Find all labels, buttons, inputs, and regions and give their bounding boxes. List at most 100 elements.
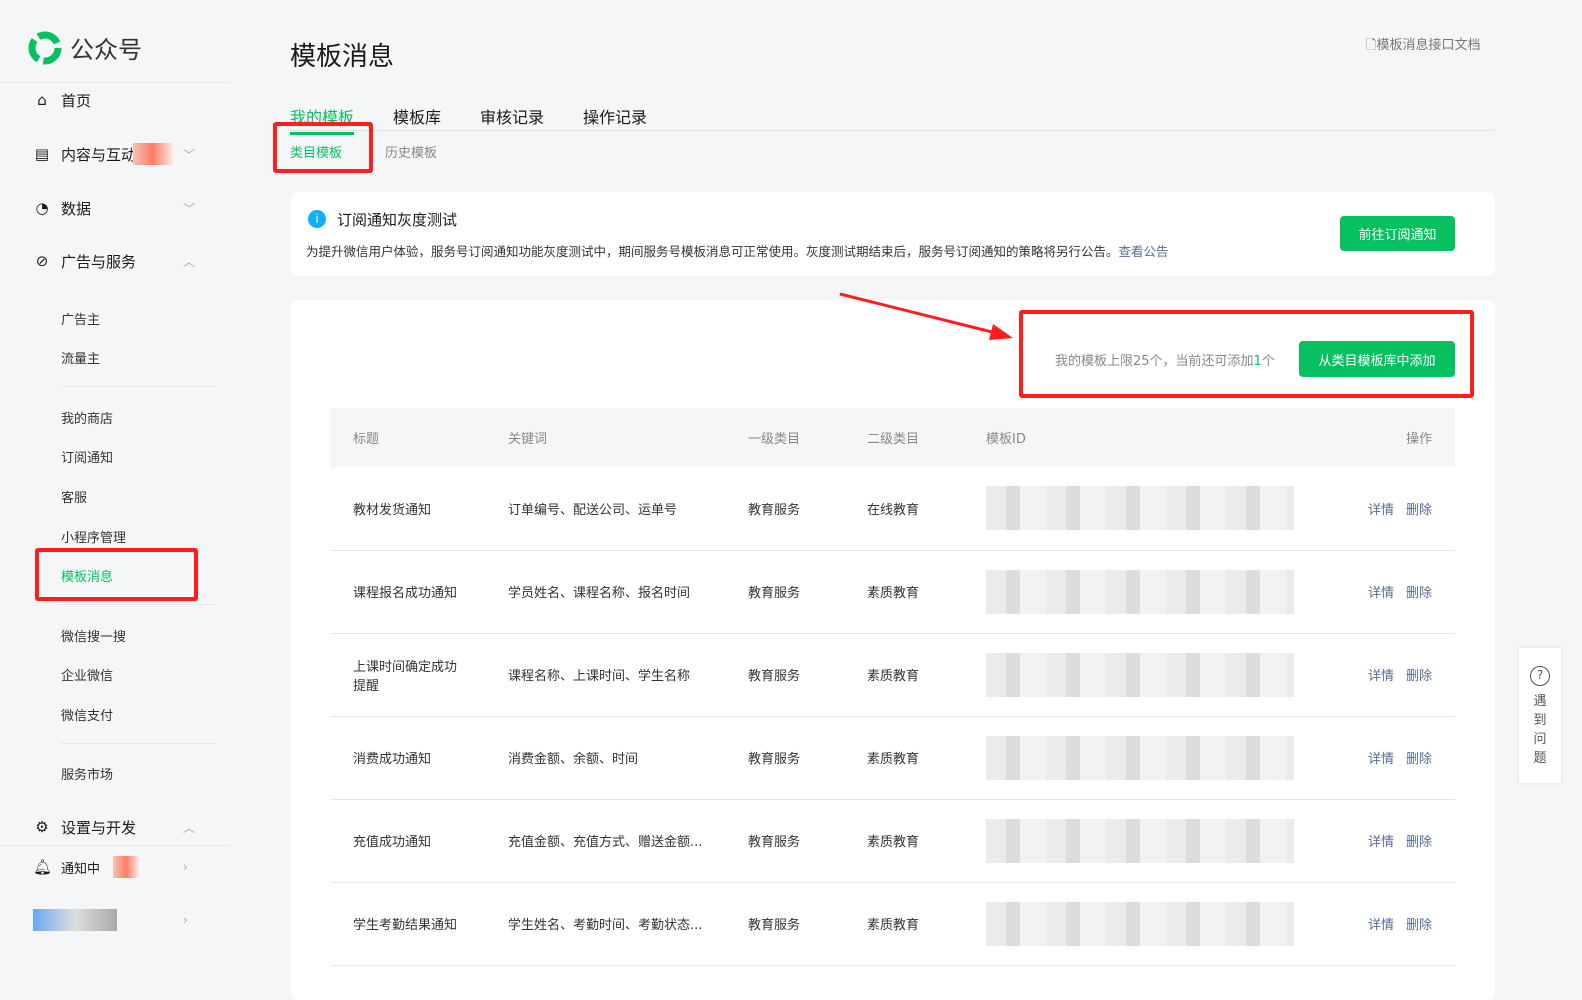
delete-link[interactable]: 删除 (1406, 669, 1432, 684)
tab-review-records[interactable]: 审核记录 (480, 104, 544, 128)
nav-advertiser[interactable]: 广告主 (61, 309, 100, 328)
annotation-arrow-icon (839, 292, 1013, 340)
row-keywords: 学员姓名、课程名称、报名时间 (485, 550, 725, 634)
tab-operation-records[interactable]: 操作记录 (583, 104, 647, 128)
nav-my-shop[interactable]: 我的商店 (61, 408, 113, 427)
document-icon: 🗋 (1366, 38, 1377, 53)
redacted-badge (133, 143, 173, 165)
pie-chart-icon: ◔ (35, 199, 49, 217)
chevron-right-icon: › (183, 913, 188, 927)
row-category2: 素质教育 (844, 550, 963, 634)
row-category1: 教育服务 (725, 550, 844, 634)
col-keywords: 关键词 (485, 408, 725, 467)
nav-wecom[interactable]: 企业微信 (61, 665, 113, 684)
redacted-badge (113, 856, 139, 878)
row-category2: 素质教育 (844, 716, 963, 800)
row-title: 课程报名成功通知 (330, 550, 485, 634)
detail-link[interactable]: 详情 (1368, 669, 1394, 684)
notice-title: 订阅通知灰度测试 (337, 211, 458, 229)
row-title: 上课时间确定成功提醒 (330, 633, 485, 717)
row-keywords: 订单编号、配送公司、运单号 (485, 467, 725, 551)
row-template-id (963, 882, 1333, 966)
question-icon: ? (1530, 666, 1550, 686)
redacted-account (33, 909, 117, 931)
divider (61, 604, 216, 605)
detail-link[interactable]: 详情 (1368, 835, 1394, 850)
templates-table: 标题 关键词 一级类目 二级类目 模板ID 操作 教材发货通知 订单编号、配送公… (330, 408, 1455, 966)
table-header: 标题 关键词 一级类目 二级类目 模板ID 操作 (330, 408, 1455, 467)
row-keywords: 充值金额、充值方式、赠送金额... (485, 799, 725, 883)
row-category2: 在线教育 (844, 467, 963, 551)
document-icon: ▤ (34, 145, 50, 163)
home-icon: ⌂ (37, 91, 47, 109)
divider (61, 386, 216, 387)
delete-link[interactable]: 删除 (1406, 835, 1432, 850)
nav-label: 设置与开发 (61, 818, 137, 837)
chevron-down-icon: ﹀ (183, 147, 196, 162)
logo[interactable]: 公众号 (28, 30, 142, 65)
nav-label-text: 内容与互动 (61, 145, 137, 164)
detail-link[interactable]: 详情 (1368, 752, 1394, 767)
view-announcement-link[interactable]: 查看公告 (1119, 244, 1169, 259)
table-row: 充值成功通知 充值金额、充值方式、赠送金额... 教育服务 素质教育 详情 删除 (330, 799, 1455, 883)
row-keywords: 消费金额、余额、时间 (485, 716, 725, 800)
detail-link[interactable]: 详情 (1368, 918, 1394, 933)
table-row: 消费成功通知 消费金额、余额、时间 教育服务 素质教育 详情 删除 (330, 716, 1455, 800)
row-category2: 素质教育 (844, 882, 963, 966)
tab-template-library[interactable]: 模板库 (393, 104, 441, 128)
row-category1: 教育服务 (725, 633, 844, 717)
col-actions: 操作 (1333, 408, 1455, 467)
col-title: 标题 (330, 408, 485, 467)
compass-icon: ⊘ (35, 252, 49, 270)
nav-label: 通知中 (61, 861, 101, 877)
row-title: 教材发货通知 (330, 467, 485, 551)
row-title: 学生考勤结果通知 (330, 882, 485, 966)
nav-label: 广告与服务 (61, 252, 137, 271)
detail-link[interactable]: 详情 (1368, 503, 1394, 518)
tabs: 我的模板 模板库 审核记录 操作记录 (290, 104, 1494, 135)
redacted-template-id (986, 901, 1294, 946)
nav-publisher[interactable]: 流量主 (61, 348, 100, 367)
api-doc-link[interactable]: 🗋模板消息接口文档 (1366, 34, 1480, 58)
nav-wechat-search[interactable]: 微信搜一搜 (61, 626, 126, 645)
subtab-history-templates[interactable]: 历史模板 (385, 142, 437, 161)
redacted-template-id (986, 735, 1294, 780)
go-subscribe-notice-button[interactable]: 前往订阅通知 (1340, 216, 1455, 251)
notice-banner: i 订阅通知灰度测试 为提升微信用户体验，服务号订阅通知功能灰度测试中，期间服务… (291, 192, 1495, 276)
chevron-right-icon: › (183, 860, 188, 874)
row-actions: 详情 删除 (1333, 799, 1455, 883)
row-actions: 详情 删除 (1333, 467, 1455, 551)
nav-subscribe-notice[interactable]: 订阅通知 (61, 447, 113, 466)
row-keywords: 学生姓名、考勤时间、考勤状态... (485, 882, 725, 966)
gear-icon: ⚙ (35, 818, 49, 836)
row-category2: 素质教育 (844, 633, 963, 717)
page-title: 模板消息 (290, 42, 395, 72)
nav-label: 数据 (61, 199, 92, 218)
chevron-up-icon: ︿ (183, 254, 196, 269)
row-actions: 详情 删除 (1333, 550, 1455, 634)
highlight-box (273, 122, 373, 173)
chevron-down-icon: ﹀ (183, 201, 196, 216)
delete-link[interactable]: 删除 (1406, 752, 1432, 767)
nav-customer-service[interactable]: 客服 (61, 487, 87, 506)
nav-service-market[interactable]: 服务市场 (61, 764, 113, 783)
nav-label: 内容与互动 (61, 144, 136, 165)
delete-link[interactable]: 删除 (1406, 503, 1432, 518)
col-template-id: 模板ID (963, 408, 1333, 467)
help-label: 遇到问题 (1533, 694, 1547, 766)
bell-icon: 🔔︎ (33, 858, 53, 876)
delete-link[interactable]: 删除 (1406, 586, 1432, 601)
row-category2: 素质教育 (844, 799, 963, 883)
row-template-id (963, 716, 1333, 800)
col-category2: 二级类目 (844, 408, 963, 467)
info-icon: i (308, 210, 326, 228)
row-keywords: 课程名称、上课时间、学生名称 (485, 633, 725, 717)
detail-link[interactable]: 详情 (1368, 586, 1394, 601)
nav-miniprogram[interactable]: 小程序管理 (61, 527, 126, 546)
row-title: 充值成功通知 (330, 799, 485, 883)
row-category1: 教育服务 (725, 799, 844, 883)
help-button[interactable]: ? 遇到问题 (1519, 648, 1561, 783)
delete-link[interactable]: 删除 (1406, 918, 1432, 933)
highlight-box (1019, 310, 1474, 398)
nav-wechat-pay[interactable]: 微信支付 (61, 705, 113, 724)
